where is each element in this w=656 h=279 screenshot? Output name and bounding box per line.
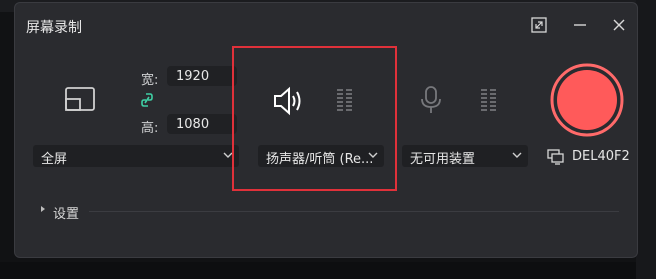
window-title: 屏幕录制	[26, 20, 82, 36]
microphone-device-value: 无可用装置	[410, 152, 476, 167]
close-button[interactable]	[608, 14, 630, 36]
height-field[interactable]: 1080	[167, 114, 237, 134]
capture-mode-value: 全屏	[41, 152, 68, 167]
capture-mode-select[interactable]: 全屏	[33, 145, 239, 167]
expand-triangle-icon[interactable]	[39, 205, 47, 213]
chevron-down-icon	[512, 152, 522, 158]
microphone-icon[interactable]	[419, 85, 443, 115]
minimize-button[interactable]	[569, 14, 591, 36]
record-button[interactable]	[550, 63, 624, 137]
width-field[interactable]: 1920	[167, 66, 237, 86]
restore-button[interactable]	[528, 14, 550, 36]
height-label: 高:	[141, 121, 159, 136]
speaker-highlight-box	[232, 46, 397, 191]
background-bottom	[0, 262, 656, 279]
width-label: 宽:	[141, 73, 159, 88]
mic-level-meter	[481, 89, 496, 111]
minimize-icon	[574, 24, 586, 26]
screen-recorder-window: 屏幕录制 宽: 1920 高: 1080 全屏 扬声器/听筒 (Re... 无可…	[14, 2, 638, 258]
display-name[interactable]: DEL40F2	[572, 149, 630, 164]
restore-icon	[531, 17, 547, 33]
settings-toggle-label[interactable]: 设置	[53, 203, 79, 222]
close-icon	[613, 19, 625, 31]
screen-region-icon[interactable]	[65, 87, 95, 113]
display-monitor-icon[interactable]	[547, 149, 565, 165]
link-aspect-ratio-icon[interactable]	[139, 91, 155, 109]
background-right	[636, 0, 656, 279]
settings-divider	[89, 211, 619, 212]
microphone-device-select[interactable]: 无可用装置	[402, 145, 528, 167]
